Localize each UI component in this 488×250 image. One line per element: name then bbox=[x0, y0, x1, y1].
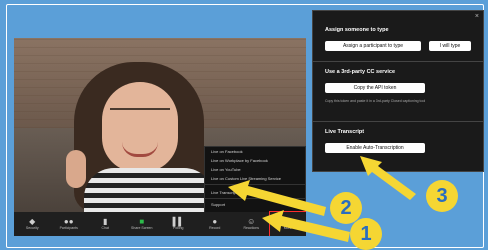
annotation-arrows bbox=[228, 156, 416, 242]
arrow-to-enable-auto-transcription bbox=[360, 156, 416, 200]
step-badge-3: 3 bbox=[426, 180, 458, 212]
step-badge-1: 1 bbox=[350, 218, 382, 250]
step-badge-2: 2 bbox=[330, 192, 362, 224]
arrow-to-live-transcript bbox=[228, 180, 326, 216]
